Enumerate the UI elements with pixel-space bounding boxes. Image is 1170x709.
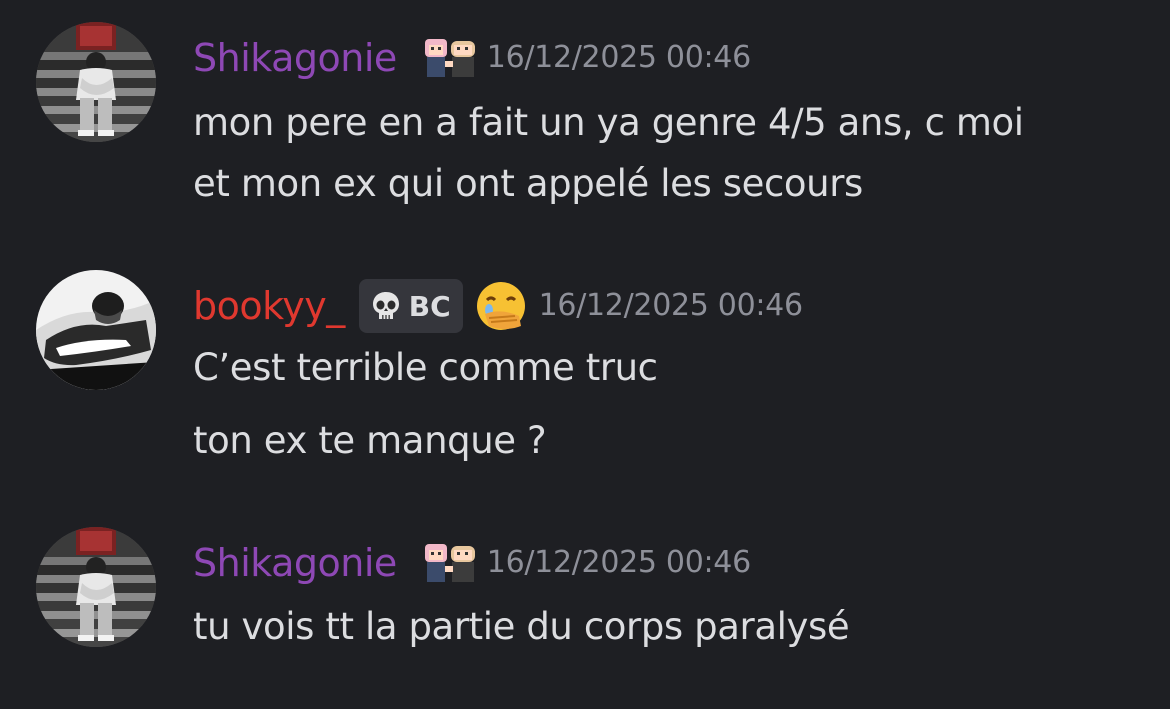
username[interactable]: bookyy_: [193, 278, 345, 334]
timestamp: 16/12/2025 00:46: [486, 545, 751, 580]
message-item: Shikagonie 16/12/2025 00:46 tu vois tt l…: [0, 527, 1170, 677]
message-text: tu vois tt la partie du corps paralysé: [193, 605, 850, 648]
message-text: ton ex te manque ?: [193, 419, 547, 462]
message-header: Shikagonie 16/12/2025 00:46: [193, 535, 751, 591]
message-text: mon pere en a fait un ya genre 4/5 ans, …: [193, 101, 1024, 144]
avatar[interactable]: [36, 527, 156, 647]
pixel-duo-icon: [421, 35, 481, 81]
username[interactable]: Shikagonie: [193, 30, 397, 86]
skull-icon: [372, 292, 399, 319]
message-header: Shikagonie 16/12/2025 00:46: [193, 30, 751, 86]
message-text: C’est terrible comme truc: [193, 346, 658, 389]
timestamp: 16/12/2025 00:46: [538, 288, 803, 323]
message-text: et mon ex qui ont appelé les secours: [193, 162, 863, 205]
avatar[interactable]: [36, 270, 156, 390]
guild-tag[interactable]: BC: [358, 279, 463, 333]
pixel-duo-icon: [421, 540, 481, 586]
username[interactable]: Shikagonie: [193, 535, 397, 591]
message-item: Shikagonie 16/12/2025 00:46 mon pere en …: [0, 22, 1170, 222]
message-item: bookyy_ BC 16/12/2025 00:46 C’est terrib…: [0, 270, 1170, 480]
timestamp: 16/12/2025 00:46: [486, 40, 751, 75]
message-header: bookyy_ BC 16/12/2025 00:46: [193, 278, 803, 334]
face-with-hand-over-mouth-icon: [475, 280, 527, 332]
avatar[interactable]: [36, 22, 156, 142]
guild-tag-text: BC: [408, 289, 451, 323]
